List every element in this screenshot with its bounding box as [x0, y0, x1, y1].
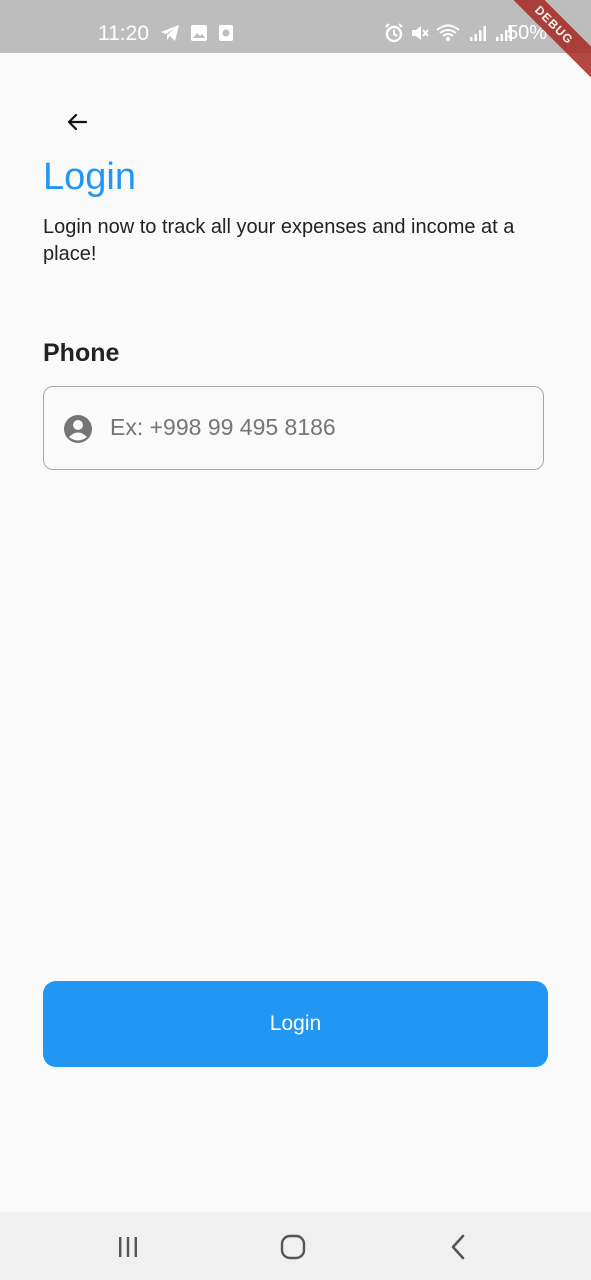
telegram-icon [161, 25, 179, 41]
page-subtitle: Login now to track all your expenses and… [43, 216, 515, 265]
login-button[interactable]: Login [43, 981, 548, 1067]
phone-field[interactable] [43, 386, 544, 470]
page-title: Login [43, 156, 136, 198]
app-notification-icon [219, 25, 233, 41]
system-back-button[interactable] [439, 1232, 479, 1262]
recent-apps-button[interactable] [108, 1232, 148, 1262]
gallery-icon [191, 25, 207, 41]
back-button[interactable] [58, 103, 96, 141]
debug-banner: DEBUG [486, 0, 591, 93]
back-icon [451, 1234, 465, 1260]
alarm-icon [385, 23, 403, 43]
home-icon [280, 1234, 306, 1260]
navigation-bar [0, 1212, 591, 1280]
status-bar: 11:20 50% DEBUG [0, 0, 591, 93]
phone-label: Phone [43, 339, 120, 367]
recent-apps-icon [119, 1237, 137, 1257]
arrow-left-icon [67, 113, 88, 131]
mute-icon [412, 26, 429, 40]
signal-icon [470, 26, 486, 41]
wifi-icon [436, 24, 460, 41]
status-right-icons [384, 23, 514, 43]
status-time: 11:20 [98, 22, 149, 45]
home-button[interactable] [273, 1232, 313, 1262]
person-circle-icon [64, 415, 92, 443]
status-left-icons [160, 24, 234, 42]
phone-input[interactable] [110, 407, 520, 447]
